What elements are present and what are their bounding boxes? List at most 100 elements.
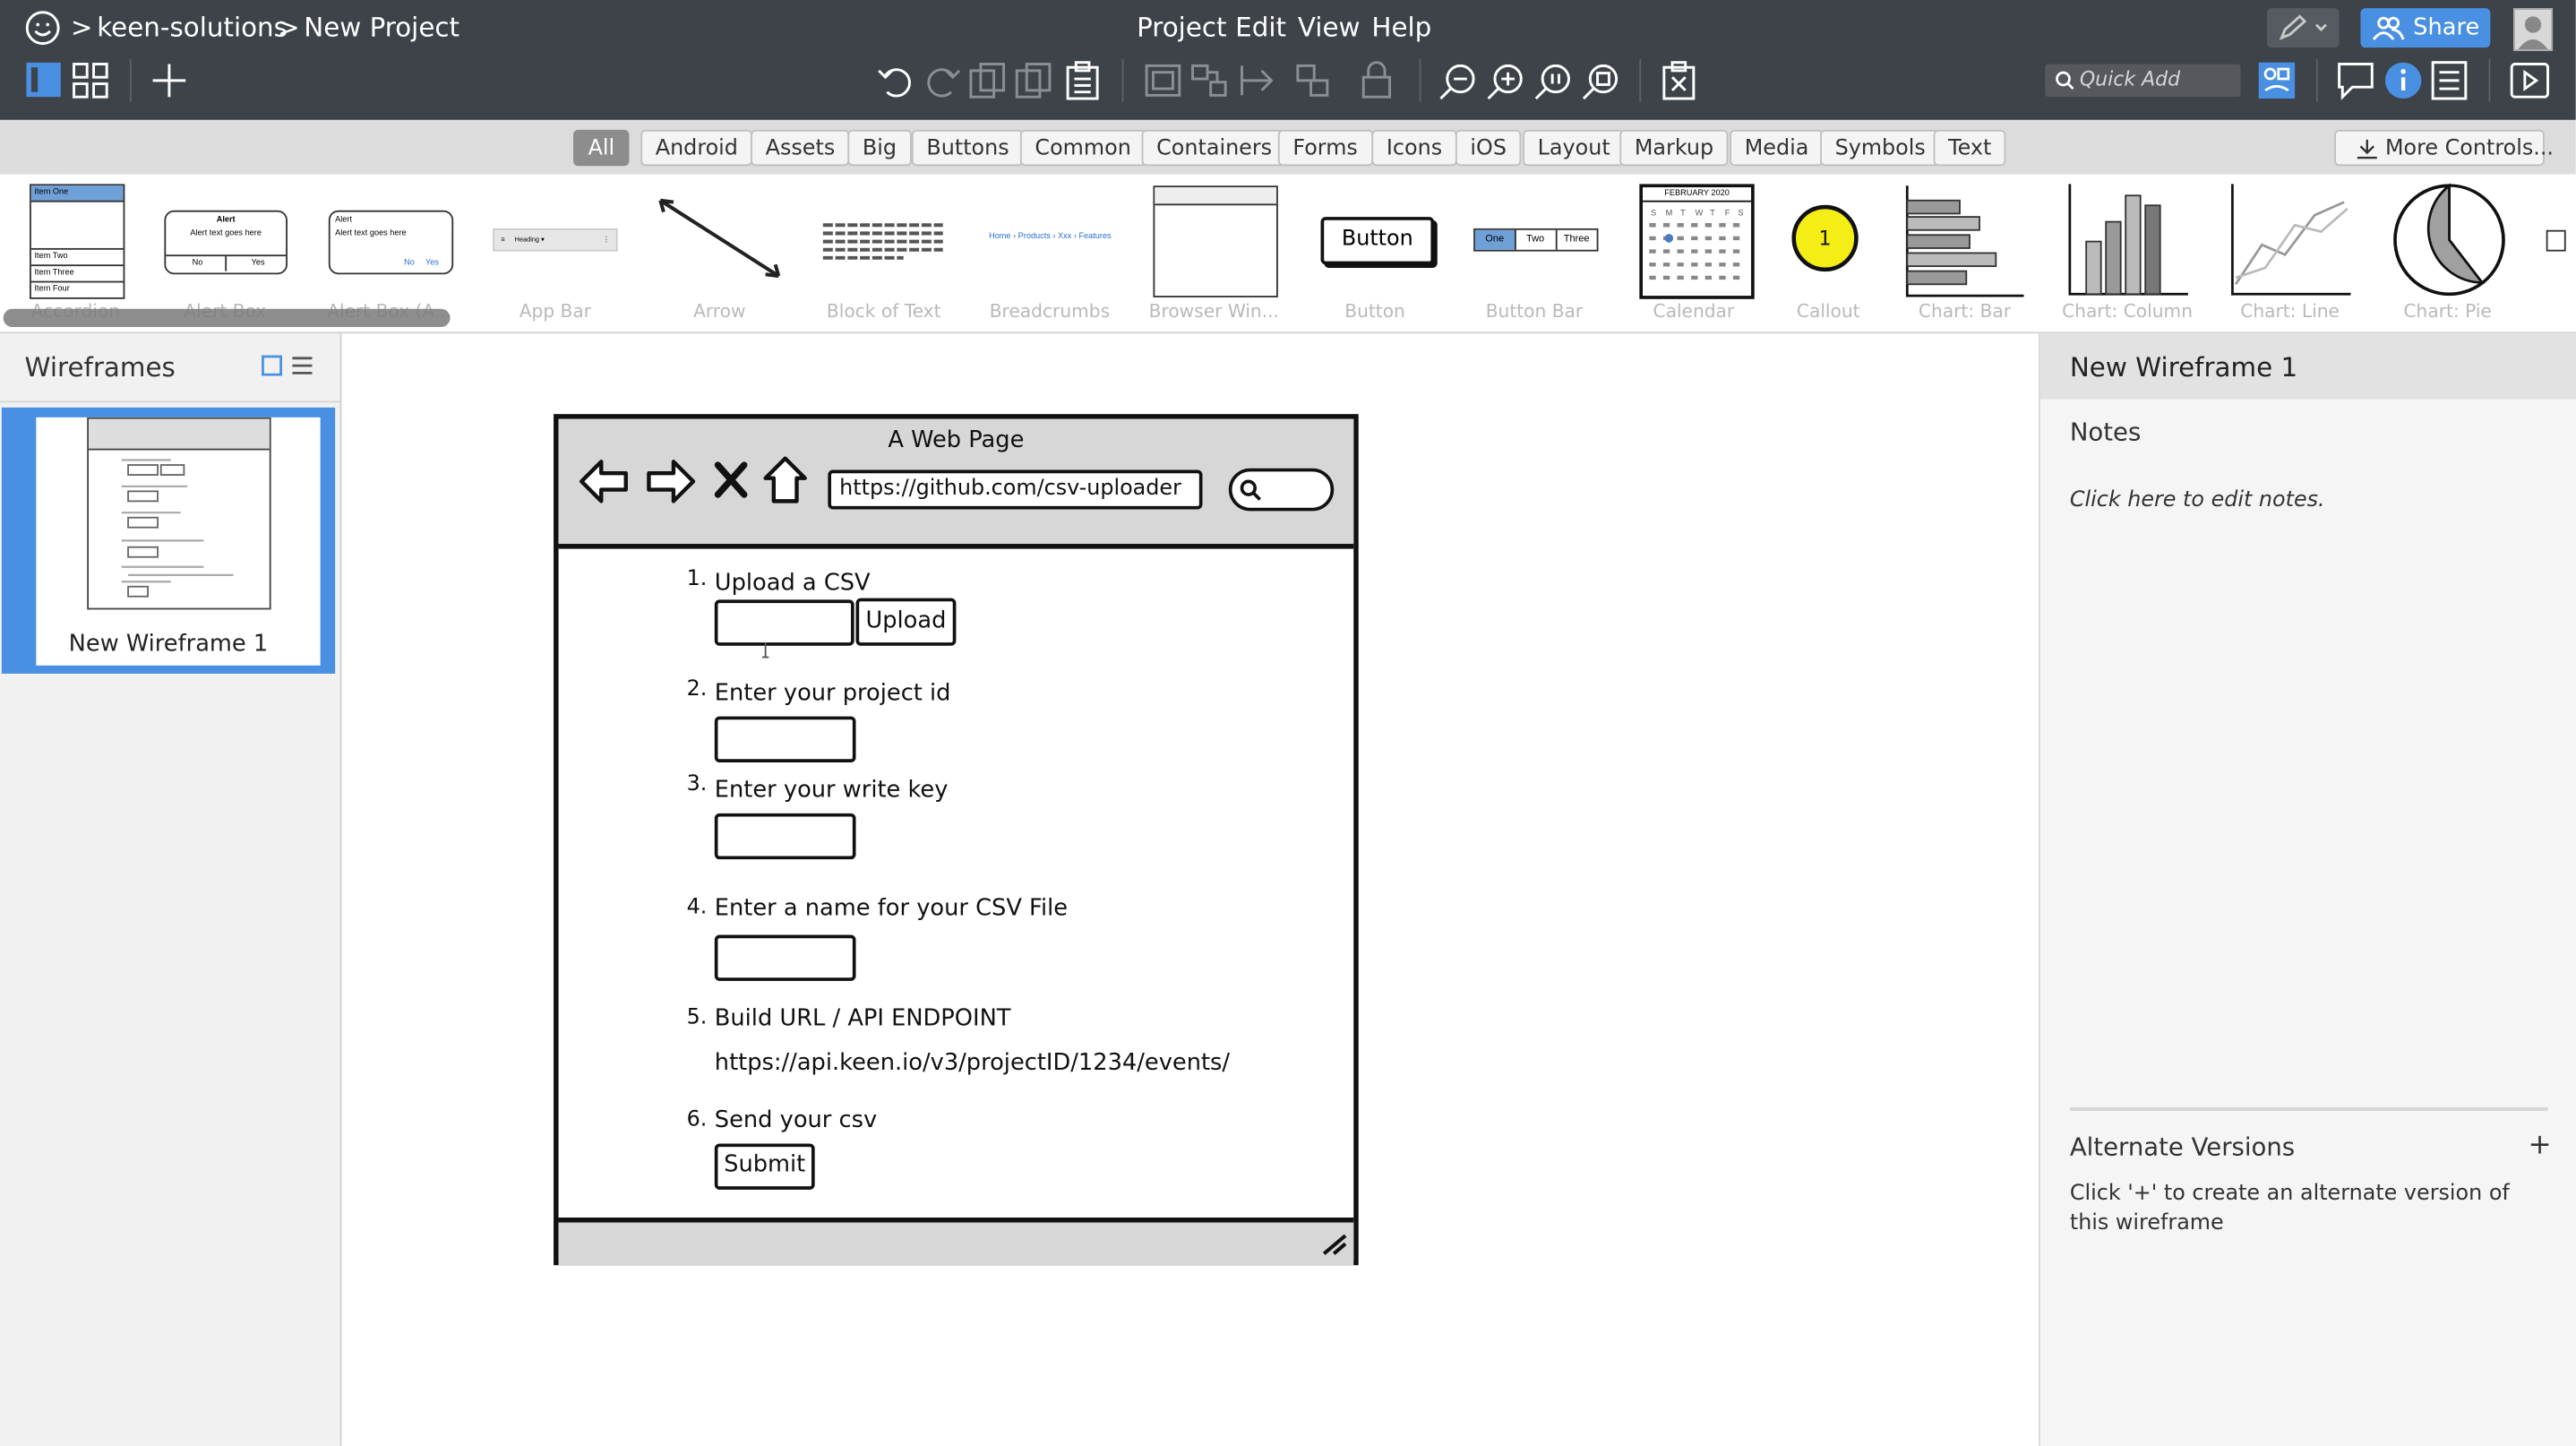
csv-name-input[interactable] — [714, 934, 856, 981]
write-key-input[interactable] — [714, 813, 856, 860]
quick-add-input[interactable]: Quick Add — [2045, 64, 2241, 98]
duplicate-icon[interactable] — [969, 63, 1009, 99]
filter-chip-all[interactable]: All — [573, 129, 630, 167]
filter-chip-layout[interactable]: Layout — [1523, 129, 1626, 167]
breadcrumb-project-owner[interactable]: keen-solutions — [97, 12, 288, 43]
arrange-icon[interactable] — [1294, 63, 1334, 99]
filter-chip-common[interactable]: Common — [1019, 129, 1146, 167]
redo-icon[interactable] — [923, 61, 963, 100]
filter-chip-media[interactable]: Media — [1730, 129, 1824, 167]
breadcrumb-project-name[interactable]: New Project — [304, 12, 459, 43]
comments-icon[interactable] — [2336, 61, 2375, 100]
library-scrollbar[interactable] — [3, 308, 451, 327]
filter-chip-symbols[interactable]: Symbols — [1820, 129, 1941, 167]
library-item-button[interactable]: Button — [1320, 217, 1435, 265]
csv-file-input[interactable] — [714, 599, 854, 646]
library-item-chart-pie[interactable] — [2391, 183, 2506, 297]
wireframe-canvas[interactable]: A Web Page https://github.com/csv-upload… — [341, 333, 2038, 1446]
library-item-block-of-text[interactable] — [821, 220, 946, 260]
browser-status-bar — [558, 1217, 1354, 1266]
home-icon[interactable] — [762, 455, 808, 504]
address-bar-input[interactable]: https://github.com/csv-uploader — [828, 469, 1203, 510]
back-arrow-icon[interactable] — [579, 457, 631, 506]
library-item-chart-line[interactable] — [2229, 183, 2354, 297]
single-view-icon[interactable] — [26, 62, 61, 98]
library-item-chart-bar[interactable] — [1902, 184, 2027, 298]
browser-search-field[interactable] — [1228, 468, 1335, 512]
properties-list-icon[interactable] — [2431, 61, 2468, 100]
share-button[interactable]: Share — [2360, 8, 2491, 48]
grid-view-icon[interactable] — [73, 63, 108, 99]
library-item-alert-box-android[interactable]: Alert Alert text goes here No Yes — [328, 210, 454, 275]
upload-button[interactable]: Upload — [855, 598, 957, 646]
lock-icon[interactable] — [1359, 61, 1395, 100]
filter-chip-text[interactable]: Text — [1933, 129, 2006, 167]
ungroup-icon[interactable] — [1189, 63, 1229, 99]
filter-chip-markup[interactable]: Markup — [1619, 129, 1729, 167]
library-item-checkbox[interactable] — [2546, 229, 2566, 252]
svg-text:M: M — [1666, 208, 1673, 217]
step-label-send-csv: Send your csv — [714, 1107, 878, 1134]
menu-edit[interactable]: Edit — [1235, 12, 1286, 43]
menu-view[interactable]: View — [1298, 12, 1361, 43]
present-play-icon[interactable] — [2510, 61, 2550, 100]
alternate-versions-hint: Click '+' to create an alternate version… — [2069, 1181, 2510, 1236]
thumbnail-view-icon[interactable] — [262, 355, 283, 376]
library-item-callout[interactable]: 1 — [1790, 202, 1863, 275]
zoom-fit-icon[interactable] — [1582, 63, 1621, 102]
share-label: Share — [2413, 14, 2480, 41]
smiley-logo-icon[interactable] — [25, 10, 61, 46]
undo-icon[interactable] — [876, 61, 915, 100]
user-avatar[interactable] — [2513, 8, 2554, 51]
filter-chip-forms[interactable]: Forms — [1277, 129, 1373, 167]
library-item-breadcrumbs[interactable]: Home › Products › Xxx › Features — [989, 232, 1121, 242]
submit-button[interactable]: Submit — [714, 1143, 815, 1190]
wireframe-thumbnail-label: New Wireframe 1 — [68, 631, 269, 658]
align-icon[interactable] — [1239, 63, 1278, 99]
library-item-browser-window[interactable] — [1153, 185, 1278, 297]
wireframe-title[interactable]: New Wireframe 1 — [2070, 351, 2297, 383]
text-cursor-icon — [761, 642, 769, 658]
library-item-calendar[interactable]: FEBRUARY 2020 SMTWTFS — [1639, 184, 1755, 299]
list-view-icon[interactable] — [291, 355, 314, 376]
menu-project[interactable]: Project — [1137, 12, 1226, 43]
add-wireframe-icon[interactable] — [151, 63, 187, 99]
calendar-grid: SMTWTFS — [1649, 208, 1745, 280]
panel-divider — [2069, 1107, 2548, 1111]
zoom-in-icon[interactable] — [1487, 63, 1526, 102]
library-item-alert-box[interactable]: Alert Alert text goes here No Yes — [164, 210, 288, 275]
alert-yes: Yes — [251, 257, 265, 268]
filter-chip-buttons[interactable]: Buttons — [911, 129, 1025, 167]
info-icon[interactable] — [2383, 61, 2423, 100]
group-icon[interactable] — [1143, 63, 1182, 99]
filter-chip-assets[interactable]: Assets — [751, 129, 850, 167]
edit-mode-dropdown[interactable] — [2266, 8, 2340, 48]
symbols-library-icon[interactable] — [2257, 61, 2297, 100]
library-item-app-bar[interactable]: ≡ Heading ▾ ⋮ — [493, 228, 618, 252]
notes-edit-area[interactable]: Click here to edit notes. — [2070, 488, 2325, 513]
project-id-input[interactable] — [714, 716, 856, 762]
delete-clipboard-icon[interactable] — [1661, 61, 1696, 100]
library-item-chart-column[interactable] — [2066, 183, 2191, 297]
filter-chip-ios[interactable]: iOS — [1455, 129, 1522, 167]
clipboard-icon[interactable] — [1064, 61, 1100, 100]
zoom-actual-size-icon[interactable] — [1534, 63, 1574, 102]
close-x-icon[interactable] — [713, 460, 749, 500]
forward-arrow-icon[interactable] — [644, 457, 697, 506]
wireframe-thumbnail-item[interactable]: New Wireframe 1 — [1, 407, 336, 674]
user-icon — [2518, 16, 2548, 50]
filter-chip-big[interactable]: Big — [847, 129, 912, 167]
library-item-accordion[interactable]: Item One Item Two Item Three Item Four — [30, 184, 125, 299]
library-item-button-bar[interactable]: One Two Three — [1473, 228, 1599, 252]
library-item-arrow[interactable] — [654, 194, 786, 282]
zoom-out-icon[interactable] — [1439, 63, 1479, 102]
add-alternate-version-button[interactable]: + — [2529, 1129, 2552, 1162]
menu-help[interactable]: Help — [1371, 12, 1431, 43]
browser-window-mockup[interactable]: A Web Page https://github.com/csv-upload… — [554, 414, 1359, 1266]
resize-grip-icon[interactable] — [1321, 1233, 1347, 1256]
filter-chip-icons[interactable]: Icons — [1371, 129, 1457, 167]
filter-chip-android[interactable]: Android — [640, 129, 753, 167]
more-controls-button[interactable]: More Controls... — [2334, 129, 2554, 167]
filter-chip-containers[interactable]: Containers — [1141, 129, 1287, 167]
copy-icon[interactable] — [1015, 63, 1054, 99]
